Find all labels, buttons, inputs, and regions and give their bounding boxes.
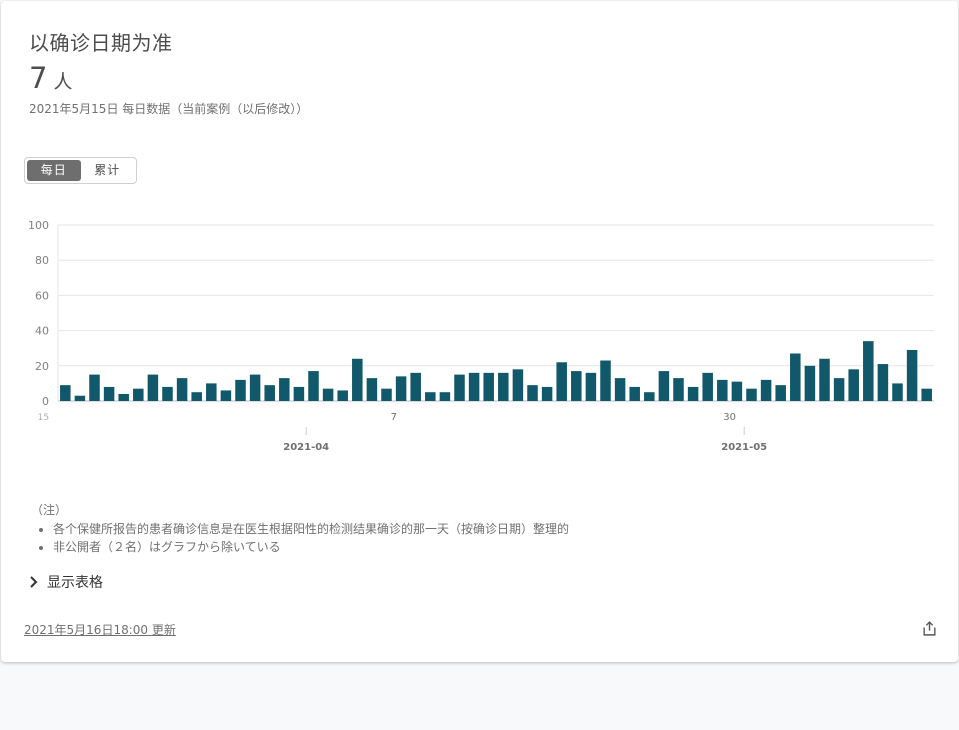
bar bbox=[804, 365, 816, 401]
bar bbox=[322, 388, 334, 401]
bar bbox=[921, 388, 932, 401]
x-tick-label: 7 bbox=[391, 412, 397, 423]
bar bbox=[147, 374, 159, 401]
notes-list: 各个保健所报告的患者确诊信息是在医生根据阳性的检测结果确诊的那一天（按确诊日期）… bbox=[31, 520, 569, 556]
bar bbox=[833, 378, 845, 401]
note-item: 各个保健所报告的患者确诊信息是在医生根据阳性的检测结果确诊的那一天（按确诊日期）… bbox=[53, 520, 569, 538]
bar bbox=[717, 379, 728, 401]
bar bbox=[425, 392, 436, 401]
bar bbox=[162, 386, 173, 401]
x-tick-label: 15 bbox=[38, 413, 49, 423]
bar bbox=[235, 379, 246, 401]
bar bbox=[658, 371, 670, 401]
y-tick-label: 100 bbox=[28, 219, 49, 232]
chevron-right-icon bbox=[30, 576, 38, 588]
bar bbox=[395, 376, 407, 401]
bar bbox=[892, 383, 903, 401]
bar bbox=[906, 349, 918, 401]
bar bbox=[848, 369, 859, 401]
bar bbox=[293, 386, 305, 401]
bar bbox=[176, 378, 188, 401]
show-table-toggle[interactable]: 显示表格 bbox=[25, 572, 103, 592]
y-tick-label: 40 bbox=[35, 325, 49, 338]
bar bbox=[687, 386, 699, 401]
y-tick-label: 20 bbox=[35, 360, 49, 373]
toggle-daily-button[interactable]: 每日 bbox=[27, 160, 81, 181]
y-tick-label: 0 bbox=[42, 395, 49, 408]
summary-unit: 人 bbox=[53, 71, 73, 93]
bar bbox=[89, 374, 100, 401]
bar bbox=[746, 388, 757, 401]
bar bbox=[600, 360, 611, 401]
bar bbox=[366, 378, 378, 401]
share-icon[interactable] bbox=[921, 620, 938, 637]
bar bbox=[439, 392, 451, 401]
bar bbox=[760, 379, 772, 401]
bar bbox=[118, 393, 129, 401]
data-type-toggle: 每日 累计 bbox=[24, 157, 137, 184]
x-tick-label: 30 bbox=[723, 412, 736, 423]
bar bbox=[644, 392, 655, 401]
bar bbox=[308, 371, 319, 401]
bar bbox=[877, 364, 889, 401]
bar bbox=[512, 369, 524, 401]
note-item: 非公開者（２名）はグラフから除いている bbox=[53, 538, 569, 556]
bar bbox=[468, 372, 480, 401]
show-table-label: 显示表格 bbox=[47, 575, 103, 591]
bar bbox=[206, 383, 217, 401]
bar bbox=[498, 372, 509, 401]
bar bbox=[352, 358, 363, 401]
y-tick-label: 60 bbox=[35, 289, 49, 302]
bar bbox=[863, 341, 874, 401]
bar bbox=[541, 386, 553, 401]
summary-number: 7 bbox=[29, 61, 48, 95]
bar bbox=[103, 386, 115, 401]
toggle-cumulative-button[interactable]: 累计 bbox=[81, 160, 135, 181]
card-title: 以确诊日期为准 bbox=[29, 31, 173, 55]
bar bbox=[527, 385, 538, 401]
bar bbox=[249, 374, 261, 401]
bar bbox=[571, 371, 582, 401]
bar bbox=[454, 374, 465, 401]
bar bbox=[556, 362, 567, 401]
chart-notes: （注） 各个保健所报告的患者确诊信息是在医生根据阳性的检测结果确诊的那一天（按确… bbox=[31, 501, 569, 556]
bar bbox=[410, 372, 421, 401]
bar bbox=[673, 378, 684, 401]
bar bbox=[702, 372, 713, 401]
bar bbox=[337, 390, 348, 401]
summary-value: 7人 bbox=[29, 61, 72, 95]
bar bbox=[74, 395, 86, 401]
bar bbox=[585, 372, 597, 401]
bar bbox=[775, 385, 786, 401]
bar bbox=[60, 385, 71, 401]
bar bbox=[264, 385, 275, 401]
bar bbox=[819, 358, 830, 401]
month-label: 2021-04 bbox=[283, 442, 329, 453]
bar bbox=[731, 381, 743, 401]
bar bbox=[279, 378, 290, 401]
bar bbox=[790, 353, 801, 401]
last-updated-link[interactable]: 2021年5月16日18:00 更新 bbox=[24, 621, 176, 638]
bar bbox=[381, 388, 392, 401]
summary-subtitle: 2021年5月15日 每日数据（当前案例（以后修改）） bbox=[29, 102, 309, 116]
bar bbox=[629, 386, 640, 401]
notes-heading: （注） bbox=[31, 503, 68, 517]
y-tick-label: 80 bbox=[35, 254, 49, 267]
bar bbox=[614, 378, 626, 401]
bar bbox=[191, 392, 202, 401]
daily-bar-chart: 0 20 40 60 80 100 15 7 30 2021-04 2021-05 bbox=[28, 219, 934, 453]
month-label: 2021-05 bbox=[721, 442, 767, 453]
chart-card: 以确诊日期为准 7人 2021年5月15日 每日数据（当前案例（以后修改）） 每… bbox=[1, 1, 958, 662]
bar bbox=[133, 388, 144, 401]
bar bbox=[220, 390, 232, 401]
bar bbox=[483, 372, 494, 401]
